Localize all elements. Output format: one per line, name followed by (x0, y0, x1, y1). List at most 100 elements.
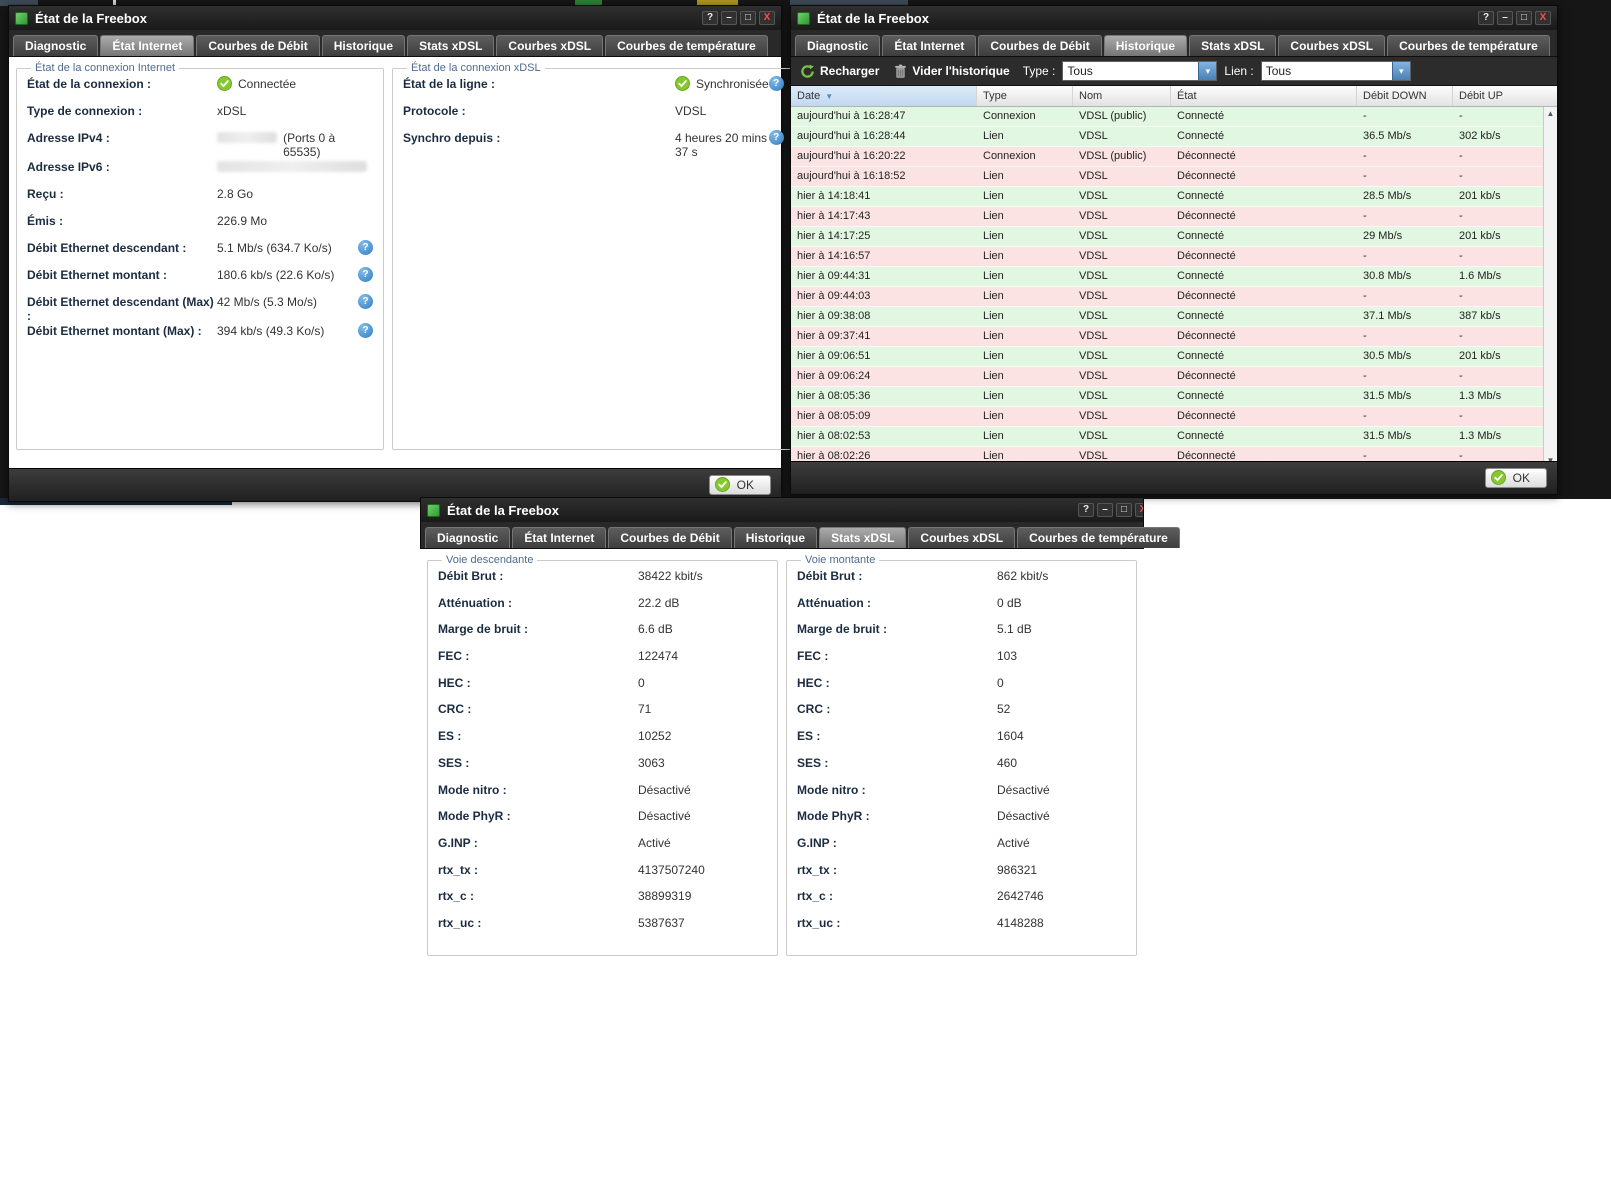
history-row[interactable]: hier à 14:17:25 Lien VDSL Connecté 29 Mb/s 20… (791, 227, 1543, 247)
minimize-button[interactable]: – (1097, 503, 1113, 517)
history-row[interactable]: hier à 09:06:51 Lien VDSL Connecté 30.5 Mb/s… (791, 347, 1543, 367)
tab-courbes-xdsl[interactable]: Courbes xDSL (1278, 35, 1386, 56)
column-header-date[interactable]: Date ▼ (791, 86, 977, 106)
help-button[interactable]: ? (1078, 503, 1094, 517)
help-icon[interactable]: ? (358, 240, 373, 255)
history-row[interactable]: hier à 09:44:31 Lien VDSL Connecté 30.8 Mb/s… (791, 267, 1543, 287)
stat-row: Émis : 226.9 Mo (27, 213, 373, 240)
tab-courbes-xdsl[interactable]: Courbes xDSL (496, 35, 604, 56)
tab-courbes-de-d-bit[interactable]: Courbes de Débit (978, 35, 1102, 56)
grid-header: Date ▼ Type Nom État Débit DOWN Débit UP (791, 86, 1557, 107)
column-header-tat[interactable]: État (1171, 86, 1357, 106)
field-value-text: 4148288 (997, 915, 1044, 930)
history-cell: Lien (983, 410, 1004, 422)
ok-button[interactable]: OK (708, 475, 771, 495)
tab-tat-internet[interactable]: État Internet (882, 35, 977, 56)
field-value-text: 986321 (997, 862, 1038, 877)
field-value-text: 394 kb/s (49.3 Ko/s) (217, 324, 325, 338)
history-cell: VDSL (1079, 350, 1108, 362)
tab-courbes-de-temp-rature[interactable]: Courbes de température (1387, 35, 1550, 56)
history-row[interactable]: hier à 14:16:57 Lien VDSL Déconnecté - - (791, 247, 1543, 267)
field-value: 986321 (997, 862, 1126, 877)
field-value: 103 (997, 648, 1126, 663)
tab-tat-internet[interactable]: État Internet (512, 527, 607, 548)
history-row[interactable]: hier à 14:17:43 Lien VDSL Déconnecté - - (791, 207, 1543, 227)
history-cell: VDSL (1079, 250, 1108, 262)
titlebar[interactable]: État de la Freebox ? – □ X (791, 6, 1557, 30)
minimize-button[interactable]: – (1497, 11, 1513, 25)
field-label: rtx_tx : (438, 862, 479, 877)
tab-diagnostic[interactable]: Diagnostic (13, 35, 99, 56)
chevron-down-icon: ▾ (1198, 62, 1217, 80)
help-button[interactable]: ? (1478, 11, 1494, 25)
column-header-d-bit-up[interactable]: Débit UP (1453, 86, 1557, 106)
history-cell: hier à 14:17:25 (797, 230, 871, 242)
history-row[interactable]: aujourd'hui à 16:20:22 Connexion VDSL (pub… (791, 147, 1543, 167)
history-cell: Déconnecté (1177, 250, 1236, 262)
history-cell: - (1363, 110, 1367, 122)
history-row[interactable]: hier à 09:37:41 Lien VDSL Déconnecté - - (791, 327, 1543, 347)
vertical-scrollbar[interactable]: ▲ ▼ (1543, 107, 1557, 467)
tab-historique[interactable]: Historique (321, 35, 406, 56)
history-row[interactable]: hier à 08:05:36 Lien VDSL Connecté 31.5 Mb/s… (791, 387, 1543, 407)
history-row[interactable]: hier à 09:06:24 Lien VDSL Déconnecté - - (791, 367, 1543, 387)
history-cell: Connexion (983, 150, 1036, 162)
maximize-button[interactable]: □ (1116, 503, 1132, 517)
history-row[interactable]: hier à 09:38:08 Lien VDSL Connecté 37.1 Mb/s… (791, 307, 1543, 327)
status-check-icon (675, 76, 690, 91)
tab-diagnostic[interactable]: Diagnostic (795, 35, 881, 56)
tab-historique[interactable]: Historique (733, 527, 818, 548)
scroll-up-icon[interactable]: ▲ (1544, 109, 1557, 118)
tab-courbes-de-d-bit[interactable]: Courbes de Débit (608, 527, 732, 548)
minimize-button[interactable]: – (721, 11, 737, 25)
history-row[interactable]: aujourd'hui à 16:28:47 Connexion VDSL (pub… (791, 107, 1543, 127)
column-header-nom[interactable]: Nom (1073, 86, 1171, 106)
column-header-d-bit-down[interactable]: Débit DOWN (1357, 86, 1453, 106)
history-row[interactable]: hier à 08:05:09 Lien VDSL Déconnecté - - (791, 407, 1543, 427)
recharger-button[interactable]: Recharger (800, 64, 879, 79)
help-icon[interactable]: ? (358, 323, 373, 338)
tab-courbes-xdsl[interactable]: Courbes xDSL (908, 527, 1016, 548)
field-value-text: 6.6 dB (638, 622, 673, 637)
help-icon[interactable]: ? (768, 76, 784, 91)
field-value-text: 0 (638, 675, 645, 690)
column-header-type[interactable]: Type (977, 86, 1073, 106)
tab-stats-xdsl[interactable]: Stats xDSL (407, 35, 495, 56)
history-row[interactable]: aujourd'hui à 16:28:44 Lien VDSL Connecté 36… (791, 127, 1543, 147)
tab-courbes-de-d-bit[interactable]: Courbes de Débit (196, 35, 320, 56)
help-button[interactable]: ? (702, 11, 718, 25)
ok-button[interactable]: OK (1484, 468, 1547, 488)
history-row[interactable]: hier à 08:02:53 Lien VDSL Connecté 31.5 Mb/s… (791, 427, 1543, 447)
close-button[interactable]: X (1535, 11, 1551, 25)
lien-filter-select[interactable]: Tous ▾ (1260, 61, 1411, 81)
titlebar[interactable]: État de la Freebox ? – □ X (420, 497, 1144, 522)
tab-courbes-de-temp-rature[interactable]: Courbes de température (1017, 527, 1180, 548)
field-value: 180.6 kb/s (22.6 Ko/s) (217, 267, 358, 282)
history-cell: - (1459, 210, 1463, 222)
history-row[interactable]: hier à 09:44:03 Lien VDSL Déconnecté - - (791, 287, 1543, 307)
field-value-text: 5.1 Mb/s (634.7 Ko/s) (217, 241, 332, 255)
field-value: 38422 kbit/s (638, 568, 767, 583)
tab-diagnostic[interactable]: Diagnostic (425, 527, 511, 548)
history-row[interactable]: aujourd'hui à 16:18:52 Lien VDSL Déconnecté… (791, 167, 1543, 187)
recharger-label: Recharger (820, 64, 880, 78)
history-cell: Lien (983, 250, 1004, 262)
close-button[interactable]: X (1135, 503, 1143, 517)
close-button[interactable]: X (759, 11, 775, 25)
tab-tat-internet[interactable]: État Internet (100, 35, 195, 56)
help-icon[interactable]: ? (358, 294, 373, 309)
history-cell: - (1363, 410, 1367, 422)
type-filter-select[interactable]: Tous ▾ (1062, 61, 1218, 81)
tab-historique[interactable]: Historique (1103, 35, 1188, 56)
vider-historique-button[interactable]: Vider l'historique (894, 64, 1010, 79)
tab-stats-xdsl[interactable]: Stats xDSL (1189, 35, 1277, 56)
field-value-text: Synchronisée (696, 77, 769, 91)
tab-courbes-de-temp-rature[interactable]: Courbes de température (605, 35, 768, 56)
help-icon[interactable]: ? (768, 130, 784, 145)
maximize-button[interactable]: □ (1516, 11, 1532, 25)
help-icon[interactable]: ? (358, 267, 373, 282)
tab-stats-xdsl[interactable]: Stats xDSL (819, 527, 907, 548)
history-row[interactable]: hier à 14:18:41 Lien VDSL Connecté 28.5 Mb/s… (791, 187, 1543, 207)
maximize-button[interactable]: □ (740, 11, 756, 25)
titlebar[interactable]: État de la Freebox ? – □ X (9, 6, 781, 30)
